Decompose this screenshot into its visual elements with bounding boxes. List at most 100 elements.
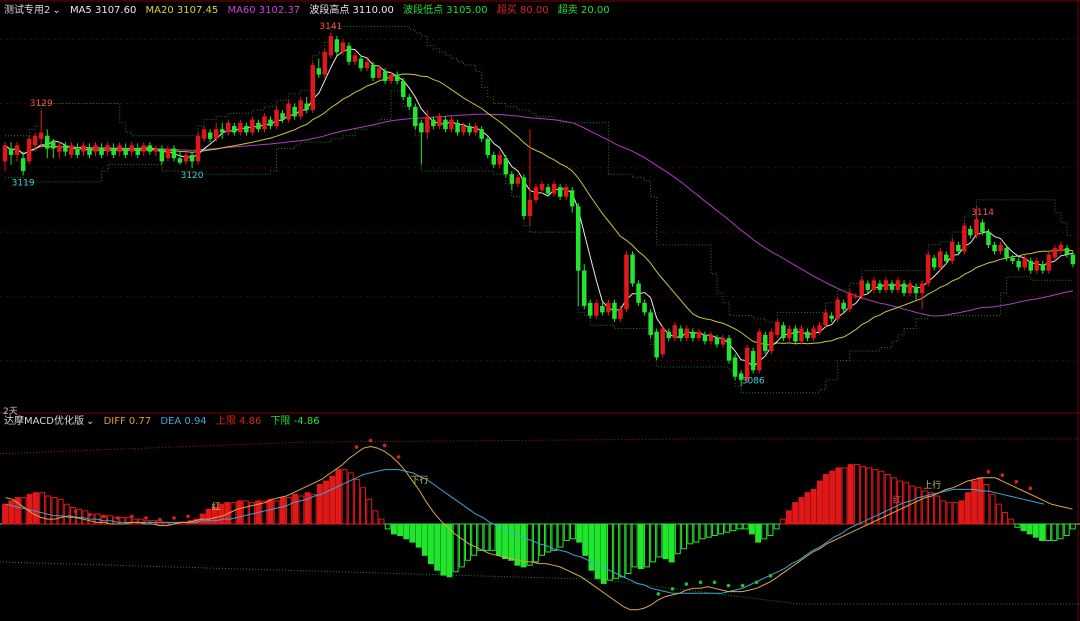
candle-body xyxy=(75,148,80,155)
signal-dot xyxy=(698,580,703,585)
macd-histogram-bar xyxy=(1014,523,1021,528)
signal-dot xyxy=(712,580,717,585)
candle-body xyxy=(171,148,177,159)
macd-histogram-bar xyxy=(20,497,27,525)
macd-signal-label: 上行 xyxy=(923,479,941,491)
macd-histogram-bar xyxy=(613,523,620,579)
candle-body xyxy=(907,283,913,294)
macd-histogram-bar xyxy=(428,523,434,565)
macd-histogram-bar xyxy=(131,518,138,525)
macd-histogram-bar xyxy=(952,502,959,525)
macd-histogram-bar xyxy=(539,523,545,556)
macd-histogram-bar xyxy=(971,480,978,525)
macd-histogram-bar xyxy=(446,523,453,578)
candle-body xyxy=(183,155,189,162)
candle-body xyxy=(859,280,864,297)
macd-histogram-bar xyxy=(736,523,743,530)
price-annotation-label: 3129 xyxy=(30,99,53,109)
macd-histogram-bar xyxy=(397,523,404,536)
macd-histogram-bar xyxy=(323,480,330,525)
macd-histogram-bar xyxy=(1008,518,1015,525)
macd-histogram-bar xyxy=(360,487,367,525)
candle-body xyxy=(437,116,442,126)
kline-chart-canvas[interactable]: 3129 3119 3120 3141 3086 3114 红 下行 上行红 xyxy=(0,0,1080,621)
candle-body xyxy=(63,145,68,152)
candle-body xyxy=(865,283,871,290)
candle-body xyxy=(950,241,955,261)
candle-body xyxy=(394,74,400,81)
macd-histogram-bar xyxy=(8,500,15,525)
macd-histogram-bar xyxy=(477,523,484,551)
macd-histogram-bar xyxy=(514,523,521,566)
candle-body xyxy=(358,58,364,69)
dea-value: DEA 0.94 xyxy=(160,416,207,427)
candle-body xyxy=(642,302,647,313)
upper-limit-value: 上限 4.86 xyxy=(215,416,262,427)
macd-histogram-bar xyxy=(520,523,527,568)
candle-body xyxy=(1010,257,1015,261)
macd-histogram-bar xyxy=(576,523,583,543)
macd-histogram-bar xyxy=(977,477,984,525)
signal-dot xyxy=(73,509,78,514)
candle-body xyxy=(823,312,828,326)
macd-histogram-bar xyxy=(1069,523,1076,530)
candle-body xyxy=(491,155,496,165)
macd-histogram-bar xyxy=(205,508,212,525)
candle-body xyxy=(799,328,804,342)
candle-body xyxy=(557,187,563,197)
signal-dot xyxy=(102,514,106,519)
macd-histogram-bar xyxy=(341,469,348,525)
candle-body xyxy=(980,222,985,232)
macd-histogram-bar xyxy=(866,467,873,525)
macd-histogram-bar xyxy=(292,493,299,525)
macd-histogram-bar xyxy=(619,523,626,578)
macd-histogram-bar xyxy=(1020,523,1027,532)
candle-body xyxy=(775,322,780,335)
candle-body xyxy=(992,244,997,252)
macd-histogram-bar xyxy=(45,495,52,525)
candle-body xyxy=(232,126,237,133)
chevron-down-icon[interactable]: ⌄ xyxy=(52,5,60,16)
candle-body xyxy=(901,283,907,294)
macd-histogram-bar xyxy=(1002,512,1008,525)
macd-histogram-bar xyxy=(372,510,379,525)
macd-histogram-bar xyxy=(563,523,570,541)
chevron-down-icon[interactable]: ⌄ xyxy=(86,416,94,427)
signal-dot xyxy=(396,455,401,459)
macd-histogram-bar xyxy=(650,523,657,563)
signal-dot xyxy=(656,592,661,596)
candle-body xyxy=(527,199,533,216)
candle-body xyxy=(769,331,774,351)
candle-body xyxy=(624,254,629,310)
macd-histogram-bar xyxy=(1063,523,1070,536)
candle-body xyxy=(938,251,943,268)
candle-body xyxy=(39,132,44,139)
candle-body xyxy=(793,328,798,342)
macd-histogram-bar xyxy=(551,523,558,551)
candle-body xyxy=(883,280,889,290)
signal-dot xyxy=(130,514,134,519)
candle-body xyxy=(841,302,846,310)
indicator-name[interactable]: 测试专用2 xyxy=(4,5,50,16)
macd-histogram-bar xyxy=(1045,523,1052,541)
candle-body xyxy=(195,135,201,162)
candle-body xyxy=(962,225,967,252)
candle-body xyxy=(328,36,334,56)
macd-histogram-bar xyxy=(384,523,391,530)
signal-dot xyxy=(354,445,359,449)
macd-histogram-bar xyxy=(749,523,755,535)
candle-body xyxy=(99,148,104,155)
signal-dot xyxy=(740,583,745,588)
candle-body xyxy=(346,45,352,62)
macd-histogram-bar xyxy=(928,492,934,525)
macd-histogram-bar xyxy=(1057,523,1064,540)
signal-dot xyxy=(768,573,773,578)
candle-body xyxy=(413,106,418,127)
candle-body xyxy=(925,254,931,284)
macd-indicator-name[interactable]: 达摩MACD优化版 xyxy=(4,416,84,427)
macd-histogram-bar xyxy=(119,516,126,525)
candle-body xyxy=(105,145,110,152)
signal-dot xyxy=(986,470,991,474)
macd-histogram-bar xyxy=(829,470,836,525)
macd-histogram-bar xyxy=(2,503,8,525)
